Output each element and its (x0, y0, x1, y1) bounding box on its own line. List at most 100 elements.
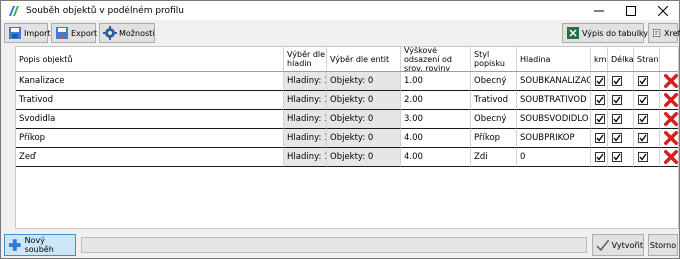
options-label: Možnosti (119, 28, 155, 38)
col-header-vyber-hladin[interactable]: Výběr dle hladin (284, 47, 327, 71)
cell-strana (634, 110, 660, 129)
col-header-popis[interactable]: Popis objektů (16, 47, 284, 71)
table-output-button[interactable]: Výpis do tabulky (562, 23, 648, 43)
cell-styl[interactable]: Obecný (471, 110, 517, 129)
cell-popis[interactable]: Zeď (16, 148, 284, 167)
col-header-vyskove[interactable]: Výškové odsazení od srov. roviny (401, 47, 471, 71)
col-header-hladina[interactable]: Hladina (517, 47, 591, 71)
delka-checkbox[interactable] (612, 95, 622, 105)
col-header-strana[interactable]: Strana (634, 47, 660, 71)
cell-delete (660, 110, 678, 129)
import-button[interactable]: Import (4, 23, 51, 43)
new-concurrence-button[interactable]: Nový souběh (4, 234, 76, 256)
cell-vyska[interactable]: 2.00 (401, 91, 471, 110)
col-header-styl[interactable]: Styl popisku (471, 47, 517, 71)
cell-hladiny[interactable]: Hladiny: 1 (284, 129, 327, 148)
km-checkbox[interactable] (595, 133, 605, 143)
check-icon (596, 96, 604, 104)
xref-button[interactable]: Xref (648, 23, 680, 43)
strana-checkbox[interactable] (638, 152, 648, 162)
maximize-button[interactable] (615, 1, 647, 20)
table-row[interactable]: Trativod Hladiny: 1 Objekty: 0 2.00 Trativod… (16, 91, 678, 110)
cell-popis[interactable]: Příkop (16, 129, 284, 148)
delete-icon[interactable] (664, 130, 678, 146)
cell-strana (634, 91, 660, 110)
delka-checkbox[interactable] (612, 133, 622, 143)
cell-hladiny[interactable]: Hladiny: 1 (284, 91, 327, 110)
cell-hladina[interactable]: SOUBKANALIZACE (517, 72, 591, 91)
strana-checkbox[interactable] (638, 133, 648, 143)
km-checkbox[interactable] (595, 76, 605, 86)
table-row[interactable]: Kanalizace Hladiny: 1 Objekty: 0 1.00 Obecný… (16, 72, 678, 91)
strana-checkbox[interactable] (638, 76, 648, 86)
xref-icon (653, 29, 661, 37)
check-icon (596, 77, 604, 85)
delete-icon[interactable] (664, 111, 678, 127)
table-row[interactable]: Zeď Hladiny: 1 Objekty: 0 4.00 Zdi 0 (16, 148, 678, 167)
close-button[interactable] (647, 1, 679, 20)
cell-strana (634, 129, 660, 148)
cell-objekty[interactable]: Objekty: 0 (327, 91, 401, 110)
export-button[interactable]: Export (51, 23, 97, 43)
col-header-km[interactable]: km (591, 47, 608, 71)
cell-styl[interactable]: Obecný (471, 72, 517, 91)
toolbar: Import Export Možnosti Výpis do tabulky … (1, 21, 680, 45)
cell-delete (660, 129, 678, 148)
cell-vyska[interactable]: 3.00 (401, 110, 471, 129)
col-header-delka[interactable]: Délka (608, 47, 634, 71)
table-row[interactable]: Svodidla Hladiny: 1 Objekty: 0 3.00 Obecný SO… (16, 110, 678, 129)
delka-checkbox[interactable] (612, 114, 622, 124)
km-checkbox[interactable] (595, 95, 605, 105)
create-button[interactable]: Vytvořit (592, 234, 644, 256)
delka-checkbox[interactable] (612, 76, 622, 86)
import-label: Import (24, 28, 51, 38)
new-concurrence-label: Nový souběh (24, 236, 54, 254)
check-icon (639, 153, 647, 161)
cell-vyska[interactable]: 1.00 (401, 72, 471, 91)
strana-checkbox[interactable] (638, 114, 648, 124)
cell-vyska[interactable]: 4.00 (401, 129, 471, 148)
cell-popis[interactable]: Kanalizace (16, 72, 284, 91)
cell-delka (608, 129, 634, 148)
cell-styl[interactable]: Trativod (471, 91, 517, 110)
check-icon (613, 96, 621, 104)
cell-objekty[interactable]: Objekty: 0 (327, 129, 401, 148)
checkmark-icon (596, 239, 610, 251)
delete-icon[interactable] (664, 92, 678, 108)
cell-hladina[interactable]: SOUBSVODIDLO (517, 110, 591, 129)
cell-hladiny[interactable]: Hladiny: 1 (284, 148, 327, 167)
cell-hladiny[interactable]: Hladiny: 1 (284, 72, 327, 91)
table-row[interactable]: Příkop Hladiny: 1 Objekty: 0 4.00 Příkop SOUB… (16, 129, 678, 148)
km-checkbox[interactable] (595, 114, 605, 124)
cell-objekty[interactable]: Objekty: 0 (327, 72, 401, 91)
cell-styl[interactable]: Příkop (471, 129, 517, 148)
bottom-bar: Nový souběh Vytvořit Storno (1, 232, 679, 259)
delete-icon[interactable] (664, 73, 678, 89)
check-icon (596, 134, 604, 142)
col-header-vyber-entit[interactable]: Výběr dle entit (327, 47, 401, 71)
close-icon (658, 5, 668, 16)
cell-hladiny[interactable]: Hladiny: 1 (284, 110, 327, 129)
delete-icon[interactable] (664, 149, 678, 165)
cell-objekty[interactable]: Objekty: 0 (327, 148, 401, 167)
delka-checkbox[interactable] (612, 152, 622, 162)
cell-hladina[interactable]: SOUBTRATIVOD (517, 91, 591, 110)
objects-table: Popis objektů Výběr dle hladin Výběr dle… (15, 46, 679, 229)
strana-checkbox[interactable] (638, 95, 648, 105)
cell-hladina[interactable]: SOUBPRIKOP (517, 129, 591, 148)
cell-vyska[interactable]: 4.00 (401, 148, 471, 167)
col-header-delete (660, 47, 678, 71)
minimize-button[interactable] (583, 1, 615, 20)
app-icon (9, 5, 19, 16)
cell-popis[interactable]: Trativod (16, 91, 284, 110)
options-button[interactable]: Možnosti (99, 23, 155, 43)
cell-hladina[interactable]: 0 (517, 148, 591, 167)
cell-objekty[interactable]: Objekty: 0 (327, 110, 401, 129)
check-icon (613, 115, 621, 123)
km-checkbox[interactable] (595, 152, 605, 162)
cancel-button[interactable]: Storno (648, 234, 678, 256)
cell-km (591, 91, 608, 110)
cell-popis[interactable]: Svodidla (16, 110, 284, 129)
table-output-label: Výpis do tabulky (582, 28, 649, 38)
cell-styl[interactable]: Zdi (471, 148, 517, 167)
